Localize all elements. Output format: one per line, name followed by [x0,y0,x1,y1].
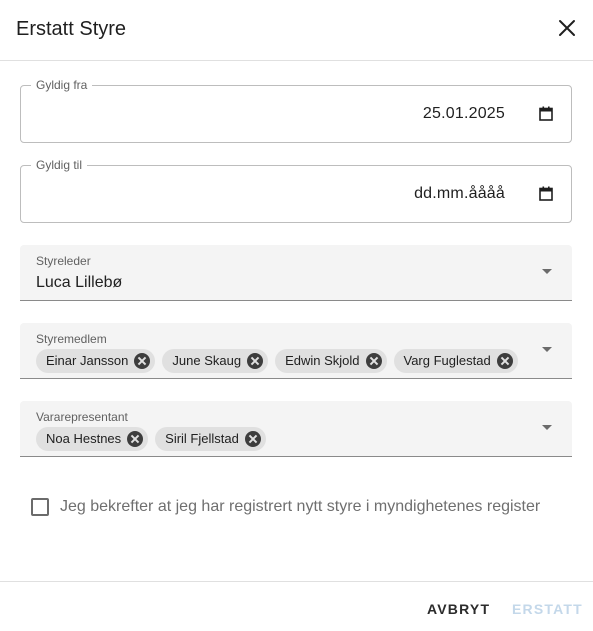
calendar-icon[interactable] [539,106,553,121]
remove-chip-icon[interactable] [134,353,151,369]
cancel-button[interactable]: AVBRYT [427,600,490,618]
valid-to-value[interactable]: dd.mm.åååå [414,184,505,204]
chip-label: Edwin Skjold [285,353,360,368]
deputies-label: Vararepresentant [36,410,128,424]
chip-label: Einar Jansson [46,353,129,368]
close-icon [559,20,575,36]
close-button[interactable] [555,16,579,40]
replace-button[interactable]: ERSTATT [512,600,583,618]
confirmation-checkbox[interactable] [31,498,49,516]
confirmation-row: Jeg bekrefter at jeg har registrert nytt… [31,497,540,517]
deputy-chip: Noa Hestnes [36,427,149,451]
valid-from-label: Gyldig fra [31,78,93,92]
member-chip: Varg Fuglestad [393,349,518,373]
members-chips: Einar Jansson June Skaug Edwin Skjold Va… [36,349,518,373]
member-chip: Edwin Skjold [275,349,387,373]
chip-label: Noa Hestnes [46,431,122,446]
remove-chip-icon[interactable] [247,353,264,369]
member-chip: Einar Jansson [36,349,156,373]
dialog-title: Erstatt Styre [16,18,127,40]
deputies-chips: Noa Hestnes Siril Fjellstad [36,427,266,451]
remove-chip-icon[interactable] [244,431,261,447]
dialog-footer: AVBRYT ERSTATT [0,581,593,631]
replace-board-dialog: Erstatt Styre Gyldig fra 25.01.2025 Gyld… [0,0,593,631]
dropdown-arrow-icon[interactable] [542,425,552,430]
member-chip: June Skaug [162,349,269,373]
calendar-icon[interactable] [539,186,553,201]
chip-label: Varg Fuglestad [403,353,491,368]
remove-chip-icon[interactable] [365,353,382,369]
dropdown-arrow-icon[interactable] [542,347,552,352]
dropdown-arrow-icon[interactable] [542,269,552,274]
confirmation-label[interactable]: Jeg bekrefter at jeg har registrert nytt… [60,497,540,517]
valid-from-field[interactable]: Gyldig fra 25.01.2025 [20,78,572,143]
remove-chip-icon[interactable] [127,431,144,447]
members-label: Styremedlem [36,332,107,346]
valid-from-value[interactable]: 25.01.2025 [423,104,505,124]
dialog-header: Erstatt Styre [0,0,593,61]
deputy-chip: Siril Fjellstad [155,427,266,451]
chair-value: Luca Lillebø [36,274,123,291]
chair-select[interactable]: Styreleder Luca Lillebø [20,245,572,301]
members-select[interactable]: Styremedlem Einar Jansson June Skaug Edw… [20,323,572,379]
deputies-select[interactable]: Vararepresentant Noa Hestnes Siril Fjell… [20,401,572,457]
valid-to-field[interactable]: Gyldig til dd.mm.åååå [20,158,572,223]
chip-label: Siril Fjellstad [165,431,239,446]
chair-label: Styreleder [36,254,91,268]
remove-chip-icon[interactable] [496,353,513,369]
valid-to-label: Gyldig til [31,158,88,172]
chip-label: June Skaug [172,353,242,368]
